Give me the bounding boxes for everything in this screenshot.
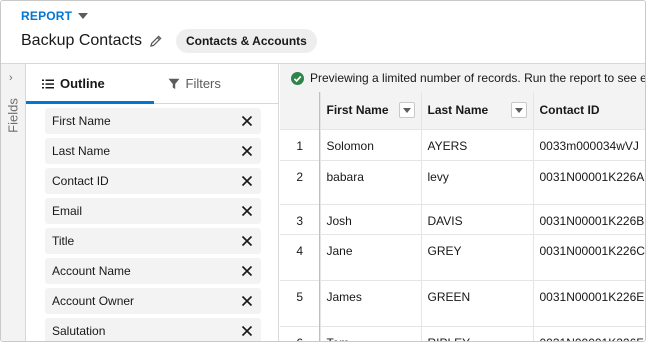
close-icon[interactable] (241, 115, 253, 127)
cell-last-name: levy (421, 160, 534, 205)
success-check-icon (291, 71, 304, 85)
field-list: First Name Last Name Contact ID Email Ti… (45, 108, 261, 341)
chevron-right-icon: › (9, 72, 13, 84)
preview-notice-text: Previewing a limited number of records. … (310, 71, 645, 85)
report-title: Backup Contacts (21, 32, 142, 49)
caret-down-icon (78, 13, 89, 19)
row-number: 1 (280, 129, 321, 161)
field-label: Email (52, 204, 83, 218)
table-row: 2 babara levy 0031N00001K226A (280, 160, 645, 205)
field-label: Account Name (52, 264, 131, 278)
field-label: Contact ID (52, 174, 109, 188)
row-number: 3 (280, 204, 321, 235)
column-menu-button[interactable] (510, 102, 527, 119)
row-number: 4 (280, 234, 321, 281)
column-header-first-name[interactable]: First Name (320, 92, 422, 130)
title-row: Backup Contacts Contacts & Accounts (21, 29, 317, 53)
tab-filters[interactable]: Filters (154, 64, 280, 103)
close-icon[interactable] (241, 145, 253, 157)
row-number: 6 (280, 326, 321, 341)
close-icon[interactable] (241, 235, 253, 247)
field-item-last-name[interactable]: Last Name (45, 138, 261, 164)
report-header: REPORT Backup Contacts Contacts & Accoun… (1, 1, 645, 64)
cell-contact-id: 0031N00001K226C (533, 234, 645, 281)
report-type-chip: Contacts & Accounts (175, 29, 317, 53)
chevron-down-icon (402, 107, 411, 113)
report-builder: REPORT Backup Contacts Contacts & Accoun… (0, 0, 646, 342)
pencil-icon[interactable] (150, 35, 162, 47)
report-type-label: REPORT (21, 9, 73, 23)
cell-last-name: RIPLEY (421, 326, 534, 341)
field-label: Title (52, 234, 75, 248)
close-icon[interactable] (241, 205, 253, 217)
field-label: First Name (52, 114, 111, 128)
cell-first-name: James (320, 280, 422, 327)
cell-last-name: DAVIS (421, 204, 534, 235)
report-type-menu[interactable]: REPORT (21, 9, 89, 23)
cell-first-name: Jane (320, 234, 422, 281)
panel-tabs: Outline Filters (26, 64, 279, 104)
cell-contact-id: 0033m000034wVJ (533, 129, 645, 161)
close-icon[interactable] (241, 325, 253, 337)
preview-table: First Name Last Name Contact ID 1 Solomo… (280, 92, 645, 341)
row-number: 5 (280, 280, 321, 327)
preview-notice: Previewing a limited number of records. … (280, 64, 645, 92)
outline-panel: Outline Filters First Name Last Name Con… (26, 64, 279, 341)
cell-first-name: Josh (320, 204, 422, 235)
fields-rail[interactable]: › Fields (1, 64, 26, 341)
close-icon[interactable] (241, 265, 253, 277)
chevron-down-icon (514, 107, 523, 113)
field-item-account-owner[interactable]: Account Owner (45, 288, 261, 314)
field-item-contact-id[interactable]: Contact ID (45, 168, 261, 194)
list-icon (42, 78, 54, 90)
report-preview: Previewing a limited number of records. … (280, 64, 645, 341)
filter-icon (168, 78, 180, 90)
close-icon[interactable] (241, 175, 253, 187)
table-row: 5 James GREEN 0031N00001K226E (280, 280, 645, 327)
column-header-label: Last Name (427, 103, 489, 118)
cell-last-name: GREY (421, 234, 534, 281)
column-header-contact-id[interactable]: Contact ID (533, 92, 645, 130)
cell-last-name: GREEN (421, 280, 534, 327)
cell-last-name: AYERS (421, 129, 534, 161)
table-row: 4 Jane GREY 0031N00001K226C (280, 234, 645, 281)
cell-contact-id: 0031N00001K226E (533, 280, 645, 327)
fields-rail-label: Fields (5, 98, 21, 133)
cell-first-name: Solomon (320, 129, 422, 161)
cell-first-name: babara (320, 160, 422, 205)
tab-filters-label: Filters (185, 76, 221, 91)
field-item-title[interactable]: Title (45, 228, 261, 254)
close-icon[interactable] (241, 295, 253, 307)
column-menu-button[interactable] (398, 102, 415, 119)
tab-outline[interactable]: Outline (26, 64, 154, 104)
table-header-row: First Name Last Name Contact ID (280, 92, 645, 130)
column-header-label: Contact ID (539, 103, 600, 118)
field-item-email[interactable]: Email (45, 198, 261, 224)
table-row: 6 Tom RIPLEY 0031N00001K226F (280, 326, 645, 341)
cell-contact-id: 0031N00001K226A (533, 160, 645, 205)
column-header-label: First Name (326, 103, 389, 118)
field-label: Salutation (52, 324, 106, 338)
tab-outline-label: Outline (60, 76, 105, 91)
table-row: 3 Josh DAVIS 0031N00001K226B (280, 204, 645, 235)
cell-contact-id: 0031N00001K226B (533, 204, 645, 235)
field-item-salutation[interactable]: Salutation (45, 318, 261, 341)
column-header-last-name[interactable]: Last Name (421, 92, 534, 130)
table-row: 1 Solomon AYERS 0033m000034wVJ (280, 129, 645, 161)
cell-contact-id: 0031N00001K226F (533, 326, 645, 341)
field-label: Last Name (52, 144, 111, 158)
field-label: Account Owner (52, 294, 135, 308)
column-selection-divider (319, 92, 320, 341)
row-number: 2 (280, 160, 321, 205)
cell-first-name: Tom (320, 326, 422, 341)
row-number-header (280, 92, 321, 130)
field-item-first-name[interactable]: First Name (45, 108, 261, 134)
field-item-account-name[interactable]: Account Name (45, 258, 261, 284)
